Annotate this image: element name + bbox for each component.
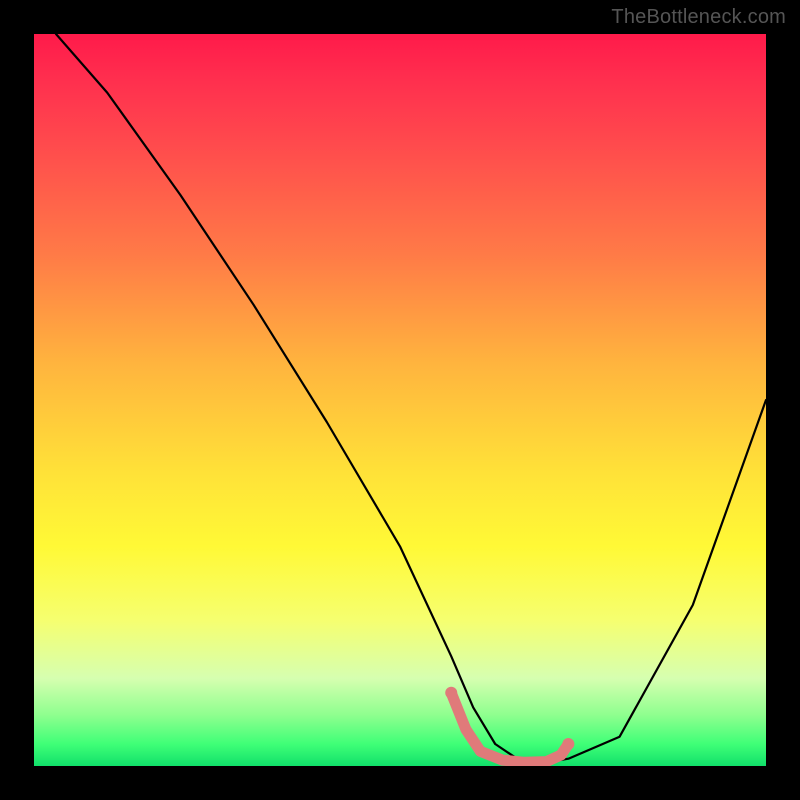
chart-frame: TheBottleneck.com bbox=[0, 0, 800, 800]
curve-line bbox=[56, 34, 766, 762]
highlight-dot bbox=[562, 738, 574, 750]
chart-plot-area bbox=[34, 34, 766, 766]
highlight-line bbox=[451, 693, 568, 763]
chart-svg bbox=[34, 34, 766, 766]
watermark-text: TheBottleneck.com bbox=[611, 6, 786, 29]
highlight-dot bbox=[445, 687, 457, 699]
